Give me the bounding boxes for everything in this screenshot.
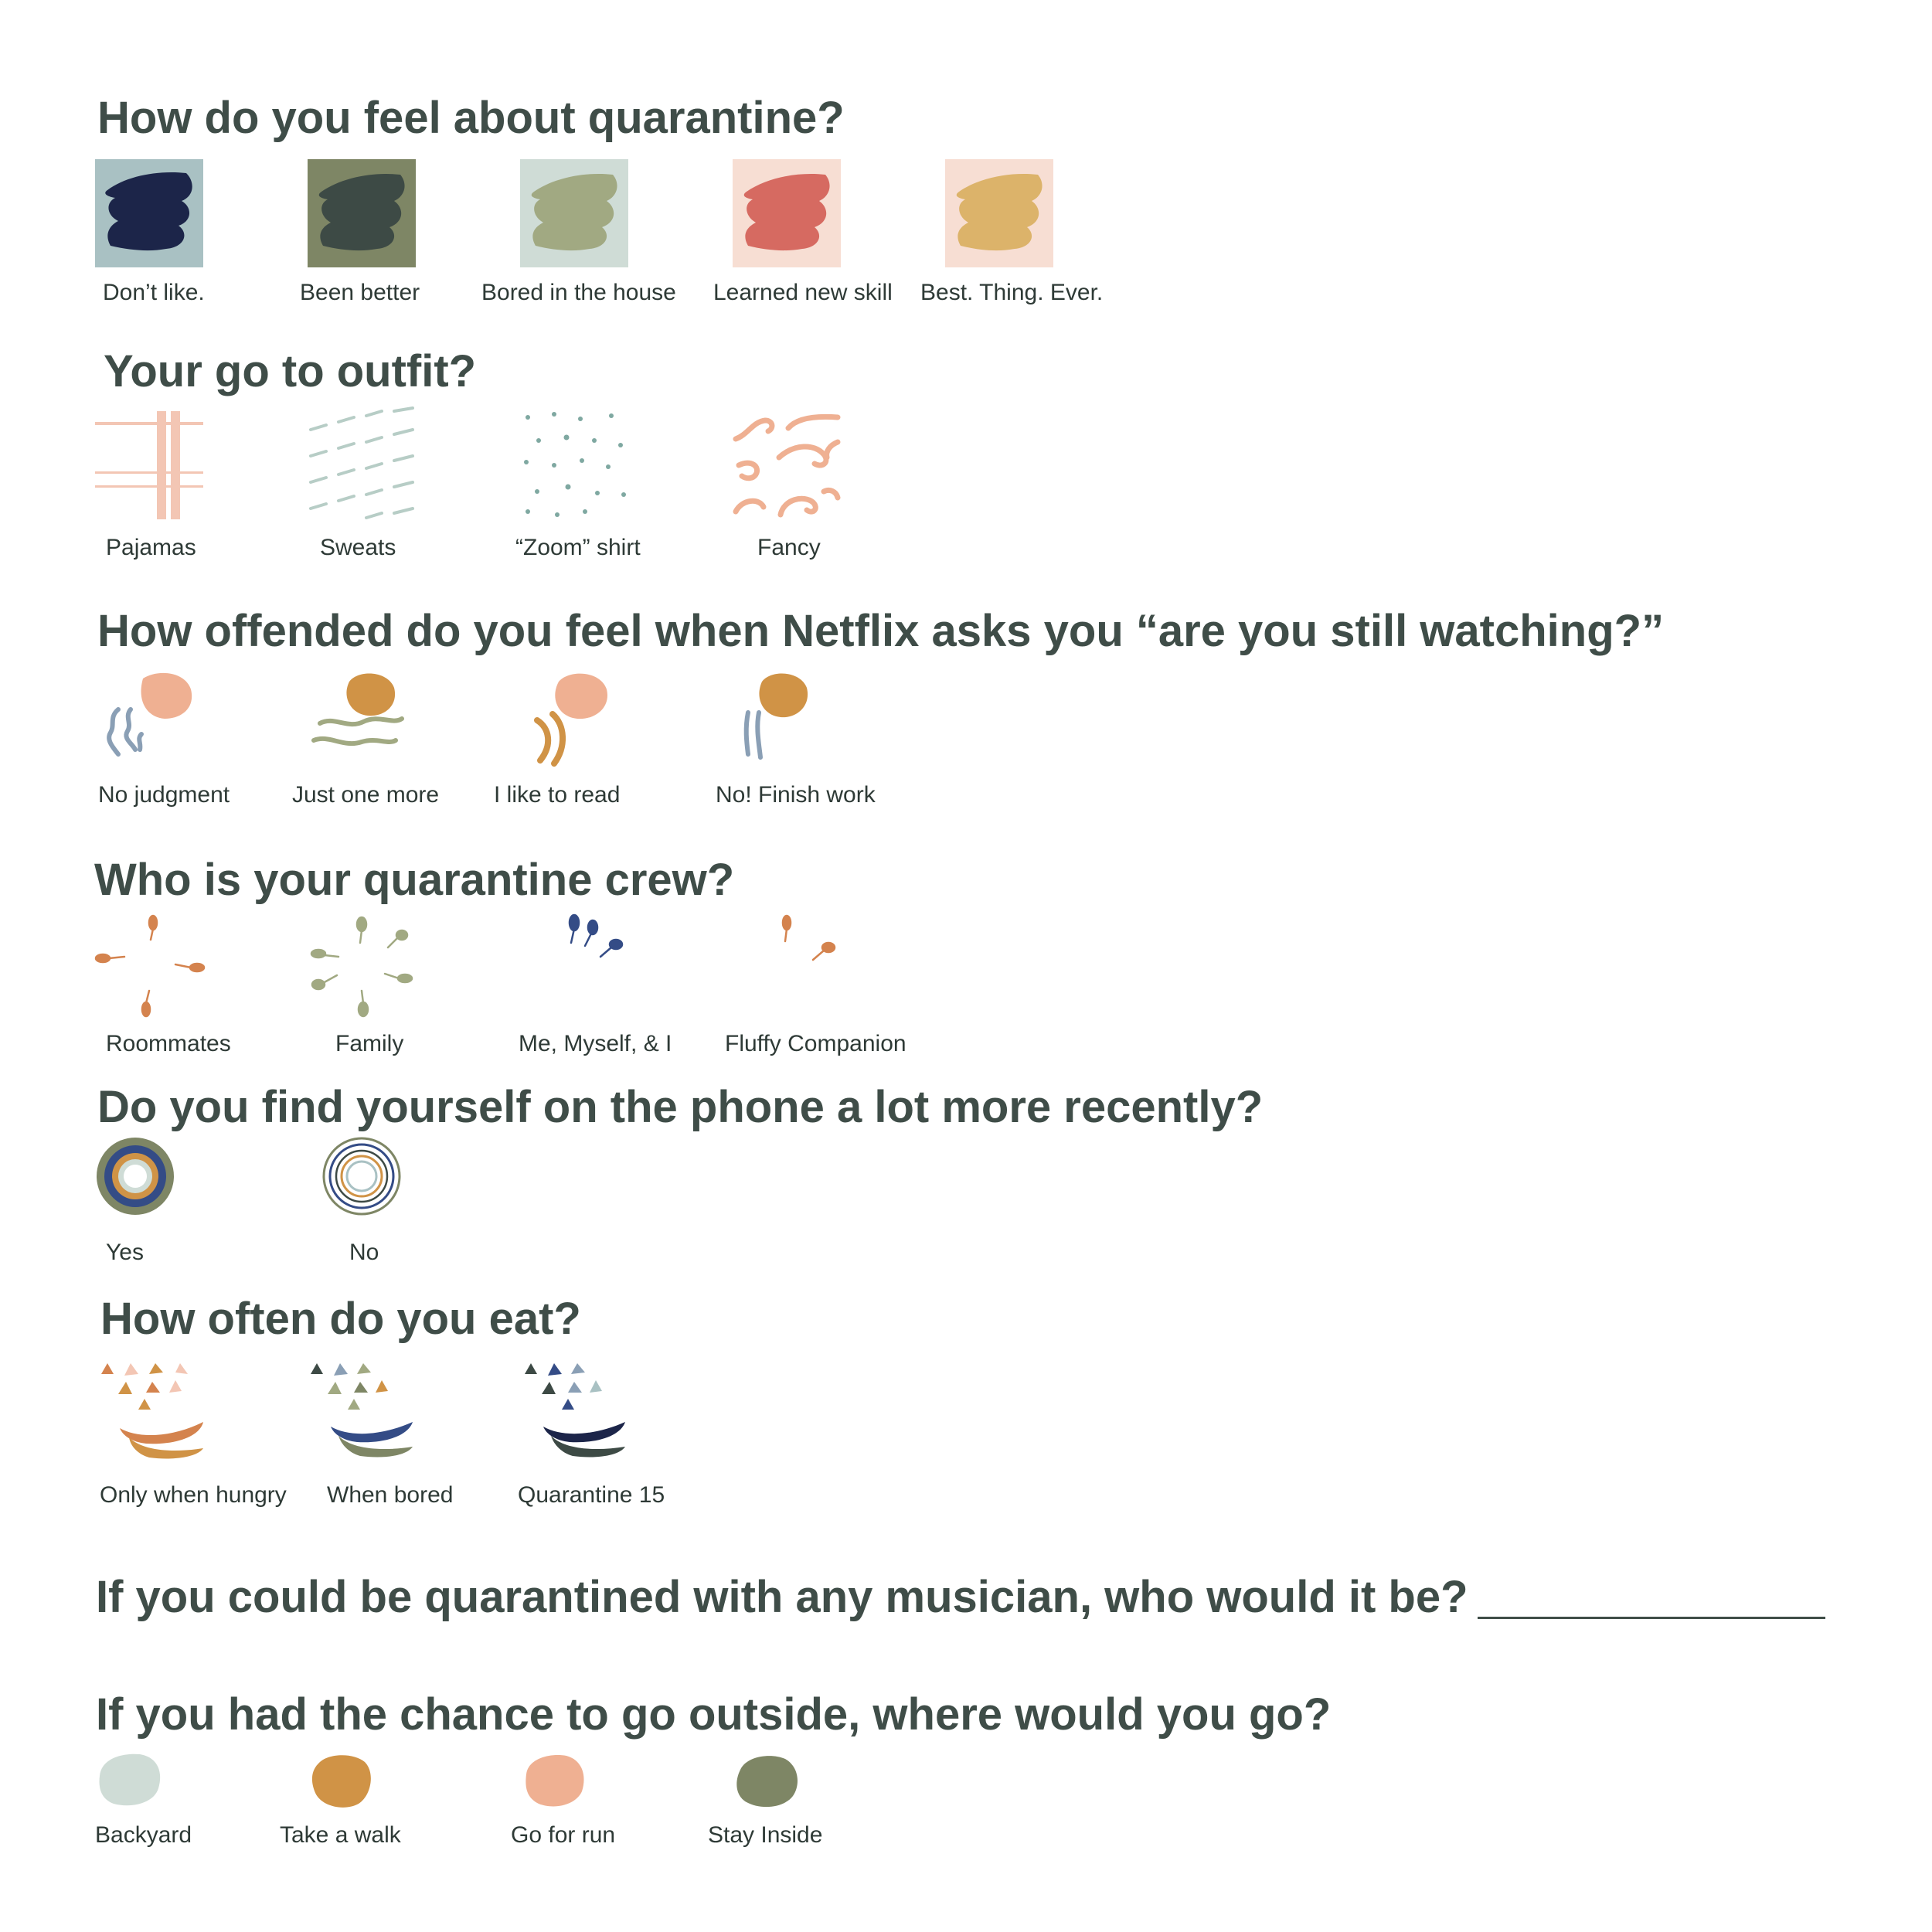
filled-rings-icon	[97, 1138, 174, 1215]
sun-arc-icon	[534, 673, 608, 767]
musician-answer-blank[interactable]	[1478, 1617, 1825, 1619]
option-label: Roommates	[106, 1031, 231, 1056]
option-fluffy-companion[interactable]: Fluffy Companion	[725, 914, 918, 1063]
option-no-finish-work[interactable]: No! Finish work	[716, 669, 903, 808]
option-label: Don’t like.	[103, 280, 205, 305]
option-only-when-hungry[interactable]: Only when hungry	[95, 1359, 296, 1513]
question-title-outfit: Your go to outfit?	[104, 346, 477, 396]
question-title-netflix: How offended do you feel when Netflix as…	[97, 606, 1665, 656]
option-label: No judgment	[98, 782, 230, 808]
question-title-crew: Who is your quarantine crew?	[94, 855, 735, 905]
option-go-for-run[interactable]: Go for run	[511, 1753, 675, 1853]
option-label: Take a walk	[280, 1822, 401, 1848]
forest-brushstroke-swatch-icon	[308, 159, 416, 267]
peach-blob-icon	[526, 1755, 584, 1807]
option-label: Me, Myself, & I	[519, 1031, 672, 1056]
question-title-phone: Do you find yourself on the phone a lot …	[97, 1082, 1264, 1132]
warm-food-face-icon	[101, 1363, 203, 1459]
option-label: Fluffy Companion	[725, 1031, 906, 1056]
option-label: Only when hungry	[100, 1482, 287, 1508]
option-sweats[interactable]: Sweats	[308, 406, 423, 566]
question-title-go-outside: If you had the chance to go outside, whe…	[96, 1689, 1332, 1740]
option-just-one-more[interactable]: Just one more	[292, 669, 462, 808]
option-bored-in-the-house[interactable]: Bored in the house	[481, 159, 676, 314]
option-label: Sweats	[320, 535, 396, 560]
ochre-blob-icon	[311, 1755, 371, 1808]
outline-rings-icon	[322, 1137, 401, 1216]
sage-brushstroke-swatch-icon	[520, 159, 628, 267]
option-label: Bored in the house	[481, 280, 676, 305]
option-no[interactable]: No	[321, 1136, 430, 1267]
mustard-brushstroke-swatch-icon	[945, 159, 1053, 267]
option-label: Backyard	[95, 1822, 192, 1848]
olive-blob-icon	[736, 1756, 798, 1808]
option-backyard[interactable]: Backyard	[95, 1753, 250, 1853]
option-quarantine-15[interactable]: Quarantine 15	[518, 1359, 690, 1513]
question-title-eat: How often do you eat?	[100, 1294, 581, 1344]
option-me-myself-and-i[interactable]: Me, Myself, & I	[519, 913, 675, 1063]
option-label: No! Finish work	[716, 782, 876, 808]
option-zoom-shirt[interactable]: “Zoom” shirt	[515, 411, 651, 566]
three-seeds-navy-icon	[568, 913, 624, 958]
coral-brushstroke-swatch-icon	[733, 159, 841, 267]
mint-blob-icon	[99, 1753, 161, 1806]
option-fancy[interactable]: Fancy	[733, 411, 849, 566]
option-learned-new-skill[interactable]: Learned new skill	[713, 159, 893, 314]
option-label: Yes	[106, 1240, 144, 1265]
option-label: Just one more	[292, 782, 440, 808]
option-no-judgment[interactable]: No judgment	[95, 669, 250, 808]
option-label: Family	[335, 1031, 404, 1056]
option-label: I like to read	[494, 782, 621, 808]
green-food-face-icon	[311, 1363, 413, 1458]
option-stay-inside[interactable]: Stay Inside	[708, 1753, 887, 1853]
two-seeds-orange-icon	[781, 914, 836, 961]
option-label: When bored	[327, 1482, 454, 1508]
swirl-pattern-icon	[733, 413, 841, 518]
sun-lines-icon	[743, 673, 808, 760]
option-label: Been better	[300, 280, 420, 305]
four-seeds-orange-icon	[94, 914, 206, 1018]
option-label: Quarantine 15	[518, 1482, 665, 1508]
option-best-thing-ever[interactable]: Best. Thing. Ever.	[920, 159, 1103, 314]
option-yes[interactable]: Yes	[95, 1136, 203, 1267]
option-label: “Zoom” shirt	[515, 535, 641, 560]
option-been-better[interactable]: Been better	[300, 159, 439, 314]
option-when-bored[interactable]: When bored	[308, 1359, 478, 1513]
sun-wave-icon	[311, 673, 404, 747]
option-label: Learned new skill	[713, 280, 893, 305]
six-seeds-sage-icon	[310, 916, 413, 1018]
option-label: Best. Thing. Ever.	[920, 280, 1104, 305]
question-title-musician: If you could be quarantined with any mus…	[96, 1572, 1468, 1622]
option-roommates[interactable]: Roommates	[94, 914, 250, 1063]
blue-food-face-icon	[525, 1363, 625, 1458]
option-take-a-walk[interactable]: Take a walk	[280, 1753, 462, 1853]
option-pajamas[interactable]: Pajamas	[95, 411, 211, 566]
option-family[interactable]: Family	[308, 916, 462, 1063]
option-label: Fancy	[757, 535, 821, 560]
option-i-like-to-read[interactable]: I like to read	[494, 669, 675, 808]
dot-pattern-icon	[524, 412, 626, 517]
question-title-quarantine-feeling: How do you feel about quarantine?	[97, 93, 845, 143]
navy-brushstroke-swatch-icon	[95, 159, 203, 267]
option-label: Pajamas	[106, 535, 196, 560]
option-label: Stay Inside	[708, 1822, 823, 1848]
plaid-pattern-icon	[95, 411, 203, 519]
sun-squiggle-icon	[107, 672, 192, 757]
dash-pattern-icon	[309, 406, 414, 519]
option-label: No	[349, 1240, 379, 1265]
option-label: Go for run	[511, 1822, 616, 1848]
option-dont-like[interactable]: Don’t like.	[95, 159, 219, 314]
